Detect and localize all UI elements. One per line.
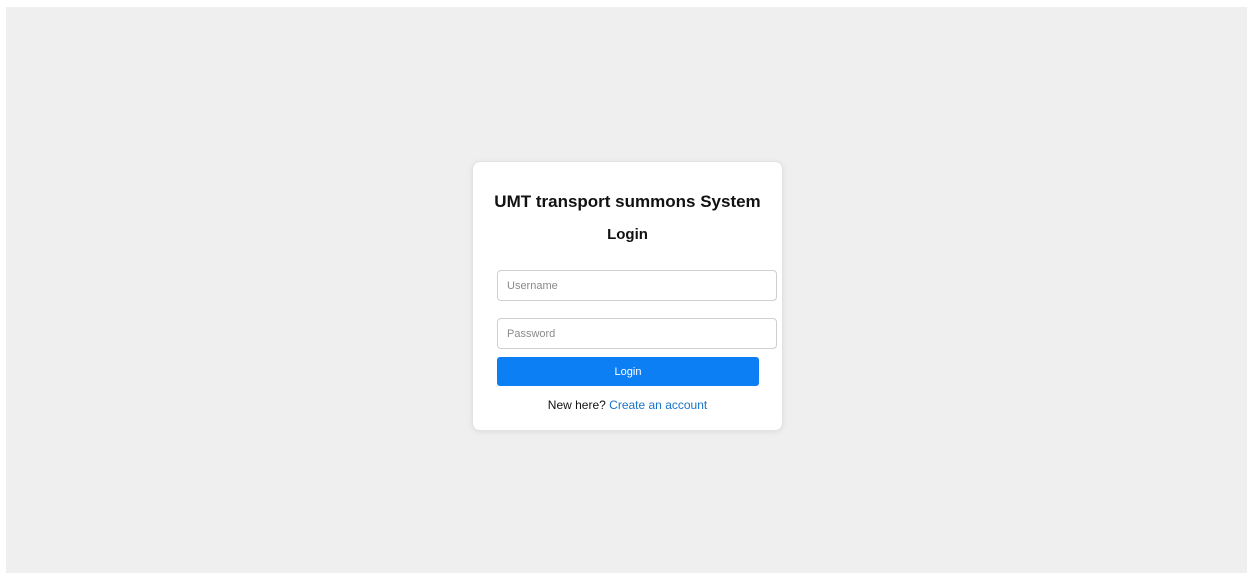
signup-row: New here? Create an account (473, 398, 782, 412)
login-heading: Login (607, 226, 648, 243)
create-account-link[interactable]: Create an account (609, 398, 707, 412)
app-title: UMT transport summons System (494, 192, 761, 211)
password-input[interactable] (497, 318, 777, 349)
username-input[interactable] (497, 270, 777, 301)
page-background: UMT transport summons System Login Login… (6, 7, 1247, 573)
login-button[interactable]: Login (497, 357, 759, 386)
signup-prompt: New here? (547, 398, 610, 412)
login-card: UMT transport summons System Login Login… (472, 161, 783, 431)
